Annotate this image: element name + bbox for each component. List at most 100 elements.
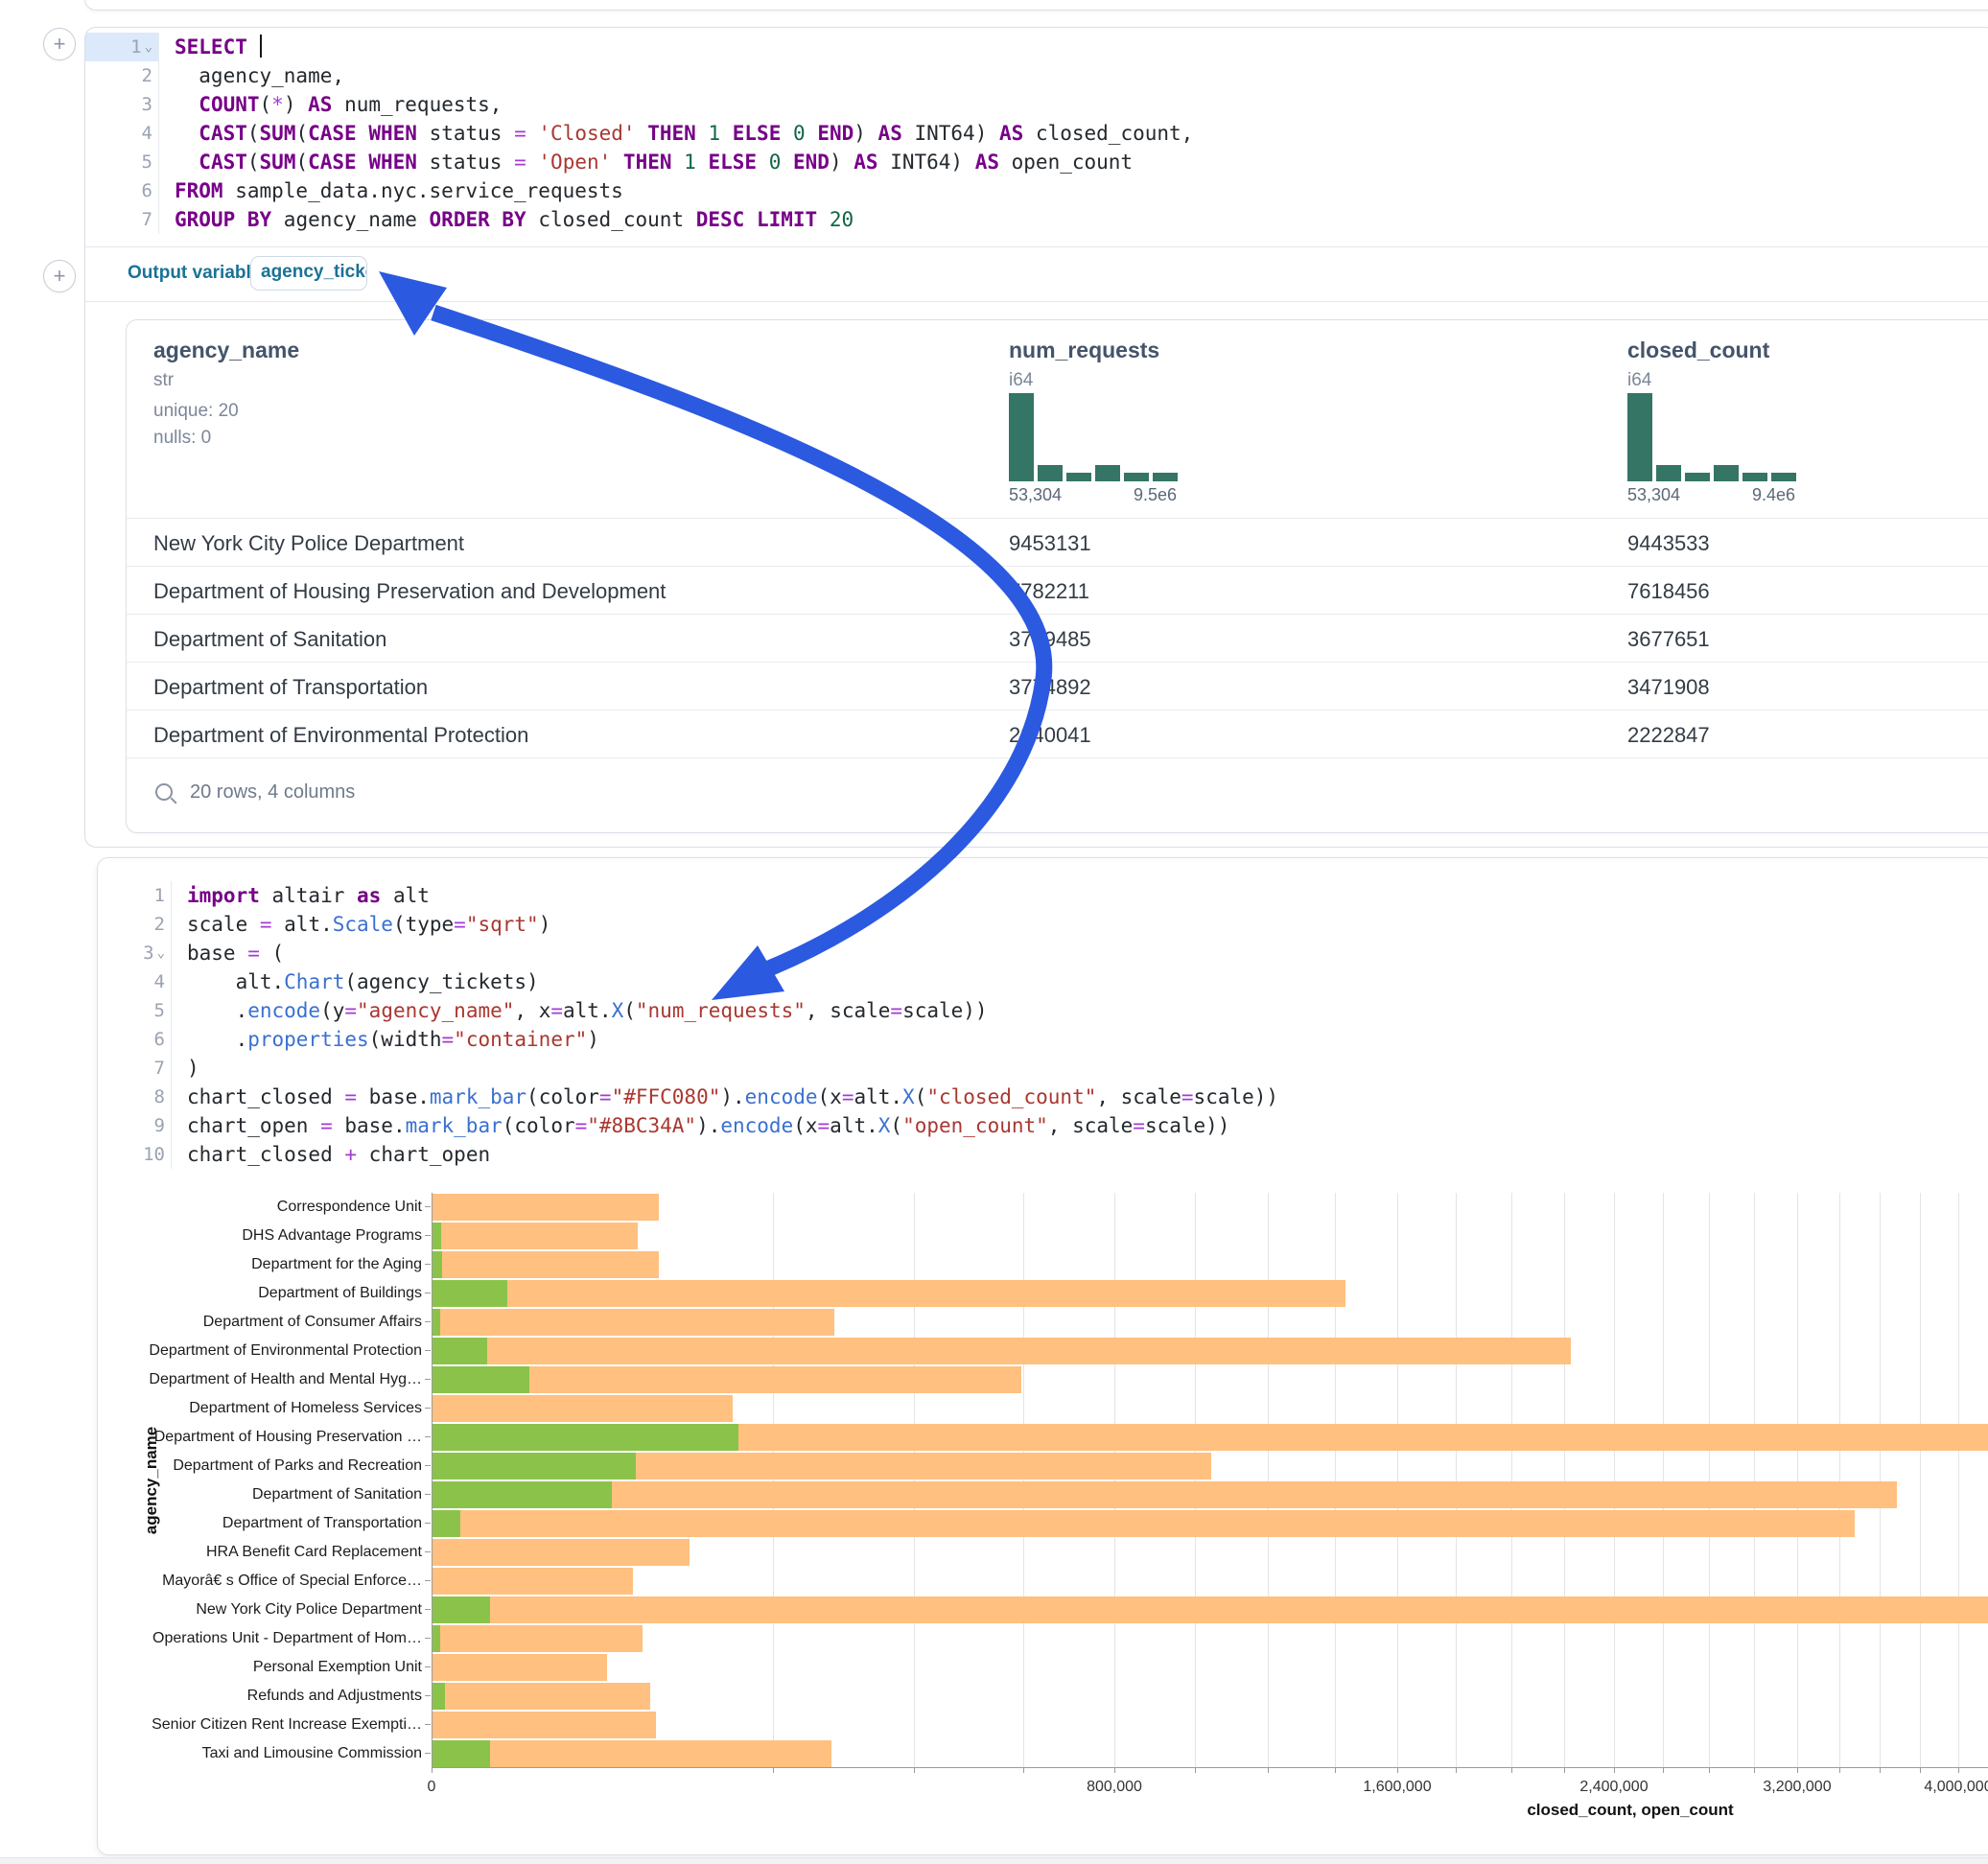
code-token: AS — [308, 93, 332, 116]
sql-code-editor[interactable]: 1⌄SELECT 2 agency_name,3 COUNT(*) AS num… — [85, 28, 1988, 234]
code-token: = — [575, 1114, 588, 1137]
code-token: ( — [890, 1114, 902, 1137]
code-token: SUM — [260, 122, 296, 145]
code-text: FROM sample_data.nyc.service_requests — [159, 176, 623, 205]
code-token: , scale — [806, 999, 891, 1022]
line-number-gutter: 5 — [85, 148, 159, 176]
code-token: THEN — [647, 122, 696, 145]
text-cursor — [260, 35, 262, 58]
code-token: AS — [854, 151, 877, 174]
add-cell-button-top[interactable]: + — [43, 28, 76, 60]
code-token: "sqrt" — [466, 913, 539, 936]
code-text: SELECT — [159, 33, 262, 61]
code-token: Scale — [333, 913, 393, 936]
code-token: closed_count, — [1023, 122, 1193, 145]
previous-cell-edge — [84, 0, 1988, 11]
code-token — [757, 151, 769, 174]
code-token — [696, 122, 709, 145]
code-token: alt. — [854, 1085, 902, 1108]
code-token: = — [1133, 1114, 1145, 1137]
code-token: base. — [333, 1114, 406, 1137]
search-icon[interactable] — [155, 783, 173, 801]
code-token: (width — [369, 1028, 442, 1051]
code-token: CASE — [308, 151, 357, 174]
code-token: ) — [854, 122, 877, 145]
code-token: "#8BC34A" — [587, 1114, 696, 1137]
column-name: num_requests — [1009, 338, 1159, 363]
code-token: COUNT — [199, 93, 259, 116]
code-token: 'Closed' — [538, 122, 635, 145]
line-number-gutter: 1 — [98, 881, 172, 910]
python-cell: 1import altair as alt2scale = alt.Scale(… — [97, 857, 1988, 1855]
histogram-bar — [1742, 473, 1767, 481]
code-token: base — [187, 942, 247, 965]
add-cell-button-output[interactable]: + — [43, 260, 76, 292]
line-number-gutter: 2 — [85, 61, 159, 90]
code-token: END — [793, 151, 830, 174]
code-token: ( — [915, 1085, 927, 1108]
line-number: 7 — [142, 205, 152, 234]
line-number: 4 — [142, 119, 152, 148]
line-number: 5 — [154, 996, 165, 1025]
code-token — [611, 151, 623, 174]
code-token: ). — [720, 1085, 744, 1108]
code-token: "#FFC080" — [612, 1085, 721, 1108]
code-token: 1 — [708, 122, 720, 145]
output-variable-pill[interactable]: agency_tickets — [250, 256, 367, 291]
code-token: ) — [284, 93, 308, 116]
code-token: ) — [587, 1028, 599, 1051]
code-token: ORDER BY — [430, 208, 526, 231]
code-token: "open_count" — [902, 1114, 1048, 1137]
table-row[interactable]: Department of Environmental Protection22… — [127, 710, 1988, 758]
column-histogram — [1627, 393, 1796, 481]
code-token: 1 — [684, 151, 696, 174]
histogram-bar — [1095, 465, 1120, 481]
table-row[interactable]: Department of Transportation377489234719… — [127, 662, 1988, 711]
code-token: open_count — [999, 151, 1133, 174]
code-token: = — [454, 913, 466, 936]
code-line: 9chart_open = base.mark_bar(color="#8BC3… — [98, 1111, 1988, 1140]
code-token: (y — [320, 999, 344, 1022]
code-token — [696, 151, 709, 174]
code-token: . — [187, 999, 247, 1022]
code-token: sample_data.nyc.service_requests — [223, 179, 623, 202]
code-line: 2scale = alt.Scale(type="sqrt") — [98, 910, 1988, 939]
column-stat: nulls: 0 — [153, 428, 211, 449]
code-token: ( — [260, 942, 284, 965]
fold-chevron-icon[interactable]: ⌄ — [157, 946, 165, 960]
line-number-gutter: 2 — [98, 910, 172, 939]
code-token: status — [417, 122, 514, 145]
histogram-bar — [1627, 393, 1652, 481]
code-token: = — [514, 151, 526, 174]
histogram-bar — [1066, 473, 1091, 481]
code-token — [806, 122, 818, 145]
code-token: ). — [696, 1114, 720, 1137]
python-code-editor[interactable]: 1import altair as alt2scale = alt.Scale(… — [98, 858, 1988, 1169]
code-token: LIMIT — [757, 208, 817, 231]
column-stat: unique: 20 — [153, 401, 239, 422]
code-token: status — [417, 151, 514, 174]
histogram-min-label: 53,304 — [1627, 485, 1680, 505]
code-token: AS — [975, 151, 999, 174]
code-token: mark_bar — [406, 1114, 503, 1137]
table-row[interactable]: Department of Sanitation37494853677651 — [127, 614, 1988, 663]
code-token — [357, 151, 369, 174]
line-number-gutter: 1⌄ — [85, 33, 159, 61]
table-cell: Department of Housing Preservation and D… — [153, 579, 666, 604]
fold-chevron-icon[interactable]: ⌄ — [145, 40, 152, 54]
code-token: FROM — [175, 179, 223, 202]
line-number-gutter: 9 — [98, 1111, 172, 1140]
table-row[interactable]: Department of Housing Preservation and D… — [127, 566, 1988, 615]
code-token: alt. — [187, 970, 284, 993]
code-token: END — [817, 122, 854, 145]
code-token: scale)) — [1194, 1085, 1279, 1108]
line-number-gutter: 8 — [98, 1083, 172, 1111]
code-line: 7) — [98, 1054, 1988, 1083]
table-row[interactable]: New York City Police Department945313194… — [127, 518, 1988, 567]
code-token: "num_requests" — [636, 999, 806, 1022]
histogram-max-label: 9.4e6 — [1752, 485, 1795, 505]
code-text: chart_closed = base.mark_bar(color="#FFC… — [172, 1083, 1278, 1111]
code-token: agency_name — [271, 208, 429, 231]
code-token: (color — [503, 1114, 575, 1137]
table-cell: Department of Sanitation — [153, 627, 386, 652]
